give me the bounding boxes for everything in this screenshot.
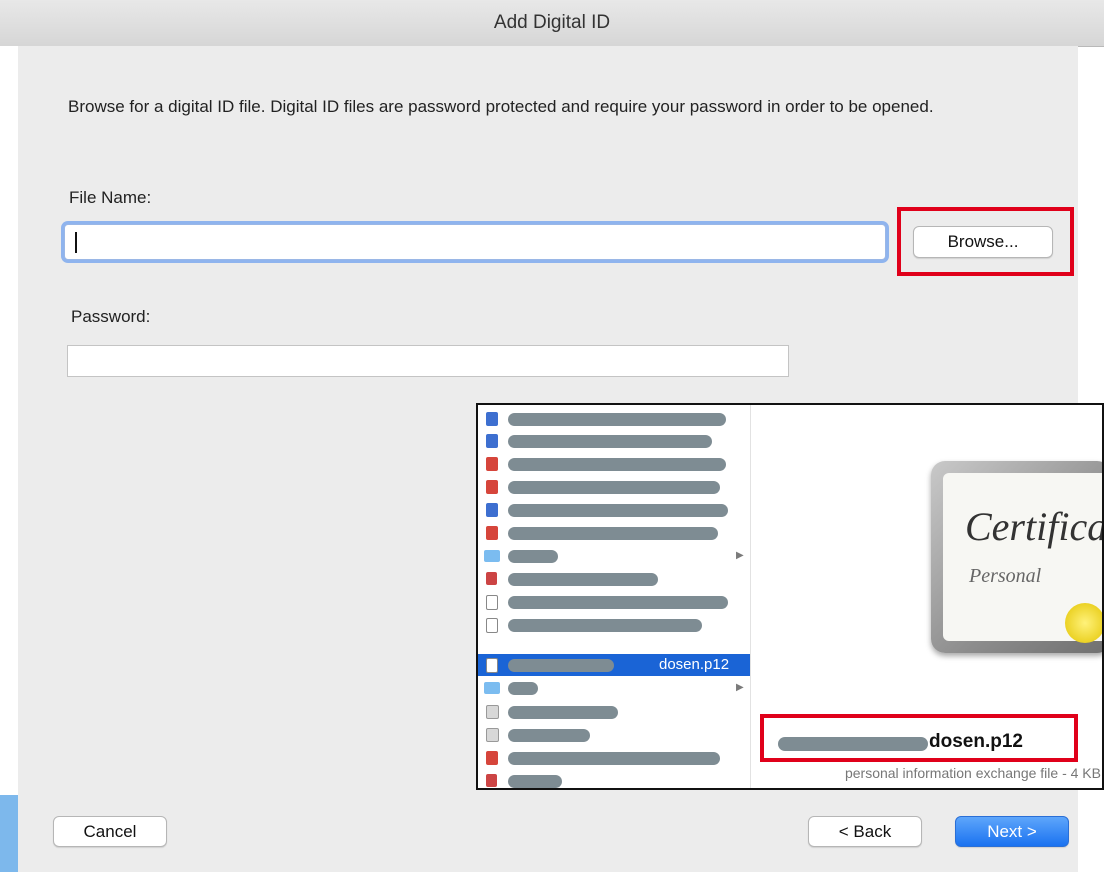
- certificate-icon: [486, 595, 498, 610]
- file-row[interactable]: [478, 408, 750, 430]
- file-row[interactable]: [478, 453, 750, 475]
- title-bar: Add Digital ID: [0, 0, 1104, 47]
- certificate-face: Certifica Personal: [943, 473, 1104, 643]
- folder-icon: [484, 682, 500, 694]
- text-caret: [75, 232, 77, 253]
- cancel-button[interactable]: Cancel: [53, 816, 167, 847]
- image-icon: [486, 572, 497, 585]
- redacted-filename: [508, 659, 614, 672]
- seal-icon: [1065, 603, 1102, 643]
- certificate-icon: [486, 658, 498, 673]
- dialog-title: Add Digital ID: [493, 12, 611, 33]
- back-button[interactable]: < Back: [808, 816, 922, 847]
- file-name-label: File Name:: [69, 188, 152, 207]
- preview-name-highlight-box: [760, 714, 1078, 762]
- pdf-icon: [486, 526, 498, 540]
- image-icon: [486, 774, 497, 787]
- file-row[interactable]: [478, 499, 750, 521]
- file-row[interactable]: [478, 701, 750, 723]
- file-row-selected[interactable]: dosen.p12: [478, 654, 750, 676]
- redacted-filename: [508, 550, 558, 563]
- file-row[interactable]: [478, 476, 750, 498]
- browse-highlight-box: [897, 207, 1074, 276]
- next-button[interactable]: Next >: [955, 816, 1069, 847]
- redacted-filename: [508, 596, 728, 609]
- pdf-icon: [486, 751, 498, 765]
- redacted-filename: [508, 573, 658, 586]
- redacted-filename: [508, 413, 726, 426]
- redacted-filename: [508, 481, 720, 494]
- presentation-icon: [486, 705, 499, 719]
- certificate-icon: [486, 618, 498, 633]
- file-row[interactable]: [478, 522, 750, 544]
- file-row[interactable]: [478, 568, 750, 590]
- word-doc-icon: [486, 412, 498, 426]
- pdf-icon: [486, 480, 498, 494]
- password-label: Password:: [71, 307, 151, 326]
- word-doc-icon: [486, 503, 498, 517]
- redacted-filename: [508, 619, 702, 632]
- file-row[interactable]: [478, 591, 750, 613]
- background-window-edge: [0, 795, 18, 872]
- word-doc-icon: [486, 434, 498, 448]
- certificate-title: Certifica: [965, 504, 1104, 549]
- disclosure-arrow-icon: ▶: [736, 682, 744, 693]
- folder-row[interactable]: ▶: [478, 545, 750, 567]
- redacted-filename: [508, 682, 538, 695]
- redacted-filename: [508, 775, 562, 788]
- presentation-icon: [486, 728, 499, 742]
- password-field[interactable]: [67, 345, 789, 377]
- file-row[interactable]: [478, 430, 750, 452]
- redacted-filename: [508, 504, 728, 517]
- preview-file-description: personal information exchange file - 4 K…: [844, 765, 1101, 781]
- dialog-description: Browse for a digital ID file. Digital ID…: [68, 97, 934, 116]
- file-name-input[interactable]: [64, 224, 886, 260]
- redacted-filename: [508, 435, 712, 448]
- redacted-filename: [508, 458, 726, 471]
- file-row[interactable]: [478, 614, 750, 636]
- file-row[interactable]: [478, 770, 750, 788]
- file-row[interactable]: [478, 747, 750, 769]
- redacted-filename: [508, 706, 618, 719]
- certificate-subtitle: Personal: [969, 565, 1042, 587]
- disclosure-arrow-icon: ▶: [736, 550, 744, 561]
- folder-row[interactable]: ▶: [478, 677, 750, 699]
- folder-icon: [484, 550, 500, 562]
- pdf-icon: [486, 457, 498, 471]
- left-strip: [0, 46, 18, 872]
- file-row[interactable]: [478, 724, 750, 746]
- certificate-icon: Certifica Personal: [931, 461, 1104, 653]
- redacted-filename: [508, 527, 718, 540]
- redacted-filename: [508, 752, 720, 765]
- selected-file-name: dosen.p12: [659, 656, 730, 673]
- redacted-filename: [508, 729, 590, 742]
- file-list: ▶ dosen.p12 ▶: [478, 405, 751, 788]
